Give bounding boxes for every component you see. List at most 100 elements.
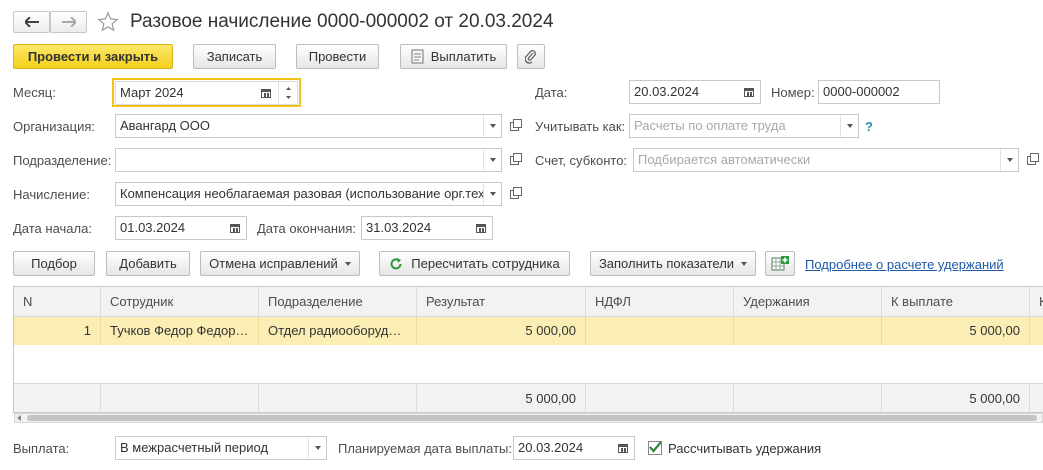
end-date-input[interactable]: 31.03.2024 (361, 216, 493, 240)
open-form-icon (509, 118, 522, 131)
subconto-input[interactable]: Подбирается автоматически (633, 148, 1019, 172)
refresh-icon (390, 257, 402, 269)
save-button[interactable]: Записать (193, 44, 276, 69)
total-payout: 5 000,00 (881, 384, 1029, 412)
open-form-icon (1026, 152, 1039, 165)
number-input[interactable]: 0000-000002 (818, 80, 940, 104)
calendar-icon (230, 223, 240, 233)
fill-indicators-button[interactable]: Заполнить показатели (590, 251, 756, 276)
start-date-calendar-button[interactable] (226, 219, 244, 237)
accrual-value: Компенсация необлагаемая разовая (исполь… (120, 186, 502, 201)
footer-cell-n (14, 384, 100, 412)
accrual-dropdown-button[interactable] (483, 183, 501, 205)
column-header-ndfl[interactable]: НДФЛ (585, 287, 733, 317)
payment-value: В межрасчетный период (120, 440, 269, 455)
table-header: N Сотрудник Подразделение Результат НДФЛ… (14, 287, 1043, 317)
column-header-deductions[interactable]: Удержания (733, 287, 881, 317)
payment-select[interactable]: В межрасчетный период (115, 436, 327, 460)
organization-dropdown-button[interactable] (483, 115, 501, 137)
month-value: Март 2024 (120, 85, 184, 100)
account-as-label: Учитывать как: (535, 119, 626, 134)
column-header-n[interactable]: N (14, 287, 100, 317)
calc-deductions-label[interactable]: Рассчитывать удержания (668, 441, 821, 457)
total-result: 5 000,00 (416, 384, 585, 412)
month-spin-button[interactable] (278, 82, 297, 104)
recalculate-employee-button[interactable]: Пересчитать сотрудника (379, 251, 570, 276)
accrual-label: Начисление: (13, 187, 90, 202)
deductions-details-link[interactable]: Подробнее о расчете удержаний (805, 257, 1004, 272)
column-header-employee[interactable]: Сотрудник (100, 287, 258, 317)
calendar-icon (476, 223, 486, 233)
fill-indicators-label: Заполнить показатели (598, 256, 735, 271)
open-form-icon (509, 152, 522, 165)
page-title: Разовое начисление 0000-000002 от 20.03.… (130, 11, 554, 32)
table-add-icon (771, 255, 789, 270)
cell-result: 5 000,00 (416, 317, 585, 345)
cell-n: 1 (83, 323, 91, 338)
add-button[interactable]: Добавить (106, 251, 190, 276)
cancel-corrections-button[interactable]: Отмена исправлений (200, 251, 360, 276)
cell-ndfl (585, 317, 733, 345)
chevron-down-icon (1006, 158, 1013, 162)
forward-button[interactable] (50, 11, 87, 33)
department-open-button[interactable] (504, 148, 524, 172)
organization-input[interactable]: Авангард ООО (115, 114, 502, 138)
favorite-star-icon[interactable] (97, 11, 119, 33)
paperclip-icon (525, 49, 536, 64)
accrual-input[interactable]: Компенсация необлагаемая разовая (исполь… (115, 182, 502, 206)
cell-employee: Тучков Федор Федорович (100, 317, 258, 345)
end-date-calendar-button[interactable] (472, 219, 490, 237)
subconto-label: Счет, субконто: (535, 153, 628, 168)
cell-department: Отдел радиооборудования (258, 317, 416, 345)
add-table-button[interactable] (765, 251, 795, 276)
post-button[interactable]: Провести (296, 44, 379, 69)
footer-cell-employee (100, 384, 258, 412)
table-horizontal-scrollbar[interactable] (14, 413, 1043, 423)
number-value: 0000-000002 (823, 84, 900, 99)
scrollbar-thumb[interactable] (27, 415, 1037, 421)
attachments-button[interactable] (517, 44, 545, 69)
calendar-icon (261, 88, 271, 98)
accrual-open-button[interactable] (504, 182, 524, 206)
start-date-input[interactable]: 01.03.2024 (115, 216, 247, 240)
open-form-icon (509, 186, 522, 199)
department-dropdown-button[interactable] (483, 149, 501, 171)
table-row[interactable]: 1 Тучков Федор Федорович Отдел радиообор… (14, 317, 1043, 345)
payment-dropdown-button[interactable] (308, 437, 326, 459)
organization-open-button[interactable] (504, 114, 524, 138)
pick-button[interactable]: Подбор (13, 251, 95, 276)
date-input[interactable]: 20.03.2024 (629, 80, 761, 104)
account-as-input[interactable]: Расчеты по оплате труда (629, 114, 859, 138)
account-as-dropdown-button[interactable] (840, 115, 858, 137)
number-label: Номер: (771, 85, 815, 100)
footer-cell-extra (1029, 384, 1043, 412)
chevron-down-icon (489, 124, 496, 128)
column-header-department[interactable]: Подразделение (258, 287, 416, 317)
post-and-close-button[interactable]: Провести и закрыть (13, 44, 173, 69)
date-calendar-button[interactable] (740, 83, 758, 101)
month-calendar-button[interactable] (256, 84, 276, 102)
help-button[interactable]: ? (865, 119, 873, 134)
pay-button[interactable]: Выплатить (400, 44, 507, 69)
calendar-icon (744, 87, 754, 97)
column-header-result[interactable]: Результат (416, 287, 585, 317)
column-header-extra[interactable]: К (1029, 287, 1043, 317)
back-button[interactable] (13, 11, 50, 33)
organization-label: Организация: (13, 119, 96, 134)
account-as-placeholder: Расчеты по оплате труда (634, 118, 786, 133)
date-value: 20.03.2024 (634, 84, 700, 99)
planned-date-value: 20.03.2024 (518, 440, 584, 455)
start-date-value: 01.03.2024 (120, 220, 186, 235)
subconto-open-button[interactable] (1021, 148, 1041, 172)
chevron-down-icon (489, 192, 496, 196)
spin-arrows-icon (286, 87, 291, 99)
subconto-dropdown-button[interactable] (1000, 149, 1018, 171)
planned-date-calendar-button[interactable] (614, 439, 632, 457)
planned-date-input[interactable]: 20.03.2024 (513, 436, 635, 460)
footer-cell-ndfl (585, 384, 733, 412)
column-header-payout[interactable]: К выплате (881, 287, 1029, 317)
end-date-label: Дата окончания: (257, 221, 356, 236)
document-icon (411, 49, 424, 64)
department-input[interactable] (115, 148, 502, 172)
calc-deductions-checkbox[interactable] (648, 441, 662, 455)
